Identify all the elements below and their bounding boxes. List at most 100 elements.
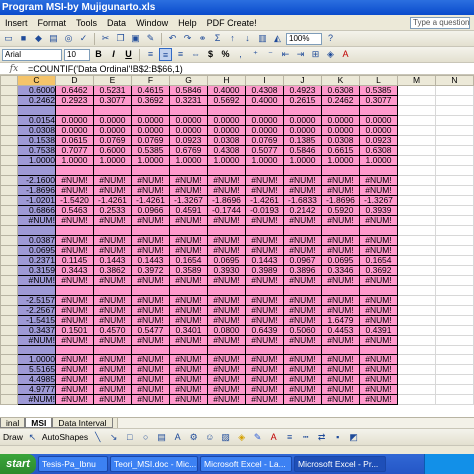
cell-h[interactable]: 0.4308 xyxy=(207,144,246,156)
cell-i[interactable]: #NUM! xyxy=(245,214,284,226)
cell-c[interactable] xyxy=(17,105,56,116)
cell-l[interactable]: #NUM! xyxy=(359,234,398,246)
cell-d[interactable]: #NUM! xyxy=(55,244,94,256)
cell-g[interactable]: #NUM! xyxy=(169,364,208,376)
cell-e[interactable]: #NUM! xyxy=(93,314,132,326)
cell-h[interactable]: #NUM! xyxy=(207,374,246,386)
cell-l[interactable]: #NUM! xyxy=(359,174,398,186)
arrow-icon[interactable]: ↘ xyxy=(107,431,120,444)
cell-i[interactable]: #NUM! xyxy=(245,304,284,316)
cell-n[interactable] xyxy=(435,214,474,226)
cell-l[interactable]: #NUM! xyxy=(359,354,398,366)
column-header-j[interactable]: J xyxy=(283,75,322,86)
cell-k[interactable]: 0.6615 xyxy=(321,144,360,156)
cell-f[interactable]: #NUM! xyxy=(131,314,170,326)
cell-g[interactable]: 0.3231 xyxy=(169,95,208,106)
cell-d[interactable]: #NUM! xyxy=(55,214,94,226)
percent-button[interactable]: % xyxy=(219,48,232,61)
cell-j[interactable] xyxy=(283,344,322,356)
cell-l[interactable] xyxy=(359,224,398,236)
cell-n[interactable] xyxy=(435,124,474,136)
cell-n[interactable] xyxy=(435,164,474,176)
cell-f[interactable]: #NUM! xyxy=(131,274,170,286)
cell-k[interactable]: #NUM! xyxy=(321,354,360,366)
cell-l[interactable]: 0.5385 xyxy=(359,85,398,96)
cell-d[interactable]: #NUM! xyxy=(55,384,94,396)
cell-c[interactable]: -2.2567 xyxy=(17,304,56,316)
cell-e[interactable] xyxy=(93,164,132,176)
cell-k[interactable]: #NUM! xyxy=(321,294,360,306)
diagram-icon[interactable]: ⚙ xyxy=(187,431,200,444)
cell-n[interactable] xyxy=(435,304,474,316)
cell-c[interactable]: #NUM! xyxy=(17,214,56,226)
cell-m[interactable] xyxy=(397,374,436,386)
cell-j[interactable]: #NUM! xyxy=(283,214,322,226)
cell-d[interactable]: #NUM! xyxy=(55,334,94,346)
cell-j[interactable]: 0.3896 xyxy=(283,264,322,276)
cell-h[interactable]: 0.4000 xyxy=(207,85,246,96)
cell-h[interactable]: #NUM! xyxy=(207,244,246,256)
cell-n[interactable] xyxy=(435,334,474,346)
cell-d[interactable]: 0.6462 xyxy=(55,85,94,96)
cell-h[interactable]: -0.1744 xyxy=(207,204,246,216)
cell-m[interactable] xyxy=(397,304,436,316)
cell-k[interactable]: 0.0308 xyxy=(321,134,360,146)
cell-j[interactable]: #NUM! xyxy=(283,394,322,406)
cell-i[interactable]: #NUM! xyxy=(245,244,284,256)
cell-i[interactable]: 0.4308 xyxy=(245,85,284,96)
cell-i[interactable]: 0.0000 xyxy=(245,114,284,126)
column-header-c[interactable]: C xyxy=(17,75,56,86)
cell-h[interactable]: 0.5692 xyxy=(207,95,246,106)
column-header-g[interactable]: G xyxy=(169,75,208,86)
cell-h[interactable]: #NUM! xyxy=(207,394,246,406)
cut-icon[interactable]: ✂ xyxy=(99,32,112,45)
cell-h[interactable]: #NUM! xyxy=(207,314,246,326)
cell-f[interactable]: #NUM! xyxy=(131,294,170,306)
cell-e[interactable]: 0.5231 xyxy=(93,85,132,96)
row-header[interactable] xyxy=(0,354,18,366)
cell-f[interactable]: 1.0000 xyxy=(131,154,170,166)
cell-j[interactable]: #NUM! xyxy=(283,274,322,286)
cell-i[interactable]: #NUM! xyxy=(245,184,284,196)
menu-insert[interactable]: Insert xyxy=(0,15,33,31)
cell-g[interactable]: 0.6769 xyxy=(169,144,208,156)
cell-c[interactable]: -2.1600 xyxy=(17,174,56,186)
cell-i[interactable]: 1.0000 xyxy=(245,154,284,166)
cell-k[interactable]: #NUM! xyxy=(321,364,360,376)
cell-g[interactable]: #NUM! xyxy=(169,294,208,306)
row-header[interactable] xyxy=(0,114,18,126)
cell-h[interactable]: #NUM! xyxy=(207,174,246,186)
cell-m[interactable] xyxy=(397,234,436,246)
formula-input[interactable]: =COUNTIF('Data Ordinal'!B$2:B$66,1) xyxy=(28,64,183,74)
cell-m[interactable] xyxy=(397,105,436,116)
cell-i[interactable]: #NUM! xyxy=(245,364,284,376)
cell-k[interactable]: #NUM! xyxy=(321,374,360,386)
cell-h[interactable]: #NUM! xyxy=(207,354,246,366)
cell-n[interactable] xyxy=(435,374,474,386)
row-header[interactable] xyxy=(0,314,18,326)
row-header[interactable] xyxy=(0,105,18,116)
fill-color-icon[interactable]: ◈ xyxy=(235,431,248,444)
cell-e[interactable]: #NUM! xyxy=(93,184,132,196)
cell-e[interactable]: 0.4570 xyxy=(93,324,132,336)
row-header[interactable] xyxy=(0,364,18,376)
cell-k[interactable]: #NUM! xyxy=(321,234,360,246)
cell-i[interactable]: #NUM! xyxy=(245,274,284,286)
cell-l[interactable] xyxy=(359,105,398,116)
cell-l[interactable]: 0.0000 xyxy=(359,124,398,136)
cell-d[interactable]: #NUM! xyxy=(55,174,94,186)
column-header-h[interactable]: H xyxy=(207,75,246,86)
row-header[interactable] xyxy=(0,374,18,386)
cell-g[interactable]: 1.0000 xyxy=(169,154,208,166)
cell-g[interactable]: 0.3589 xyxy=(169,264,208,276)
spelling-icon[interactable]: ✓ xyxy=(77,32,90,45)
cell-l[interactable]: #NUM! xyxy=(359,314,398,326)
row-header[interactable] xyxy=(0,124,18,136)
cell-l[interactable]: #NUM! xyxy=(359,274,398,286)
menu-data[interactable]: Data xyxy=(102,15,131,31)
cell-f[interactable]: #NUM! xyxy=(131,184,170,196)
cell-k[interactable]: 0.2462 xyxy=(321,95,360,106)
cell-f[interactable]: #NUM! xyxy=(131,304,170,316)
cell-i[interactable] xyxy=(245,164,284,176)
cell-h[interactable]: 0.0000 xyxy=(207,114,246,126)
